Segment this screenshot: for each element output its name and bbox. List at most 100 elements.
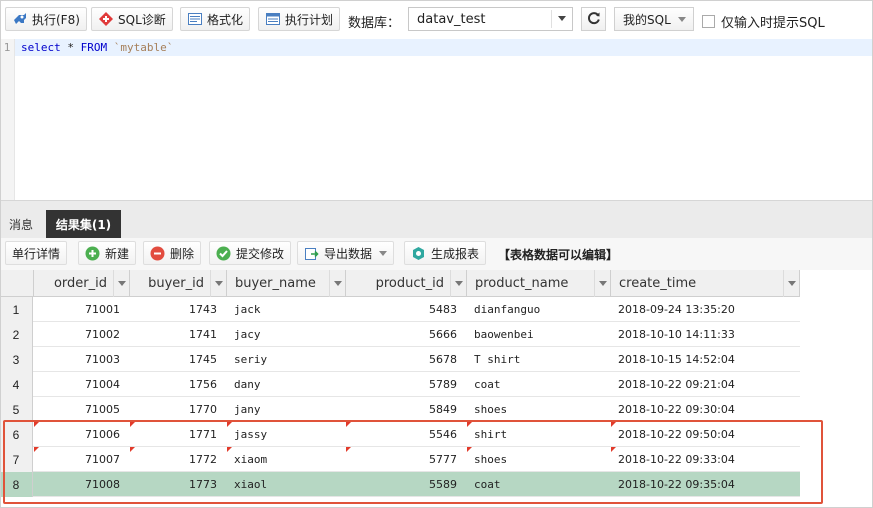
header-buyer-id[interactable]: buyer_id (130, 270, 227, 297)
header-buyer-name[interactable]: buyer_name (227, 270, 346, 297)
submit-changes-button[interactable]: 提交修改 (209, 241, 292, 265)
my-sql-dropdown[interactable]: 我的SQL (614, 7, 694, 31)
header-order-id[interactable]: order_id (34, 270, 130, 297)
cell-buyer-id[interactable]: 1741 (130, 322, 227, 347)
cell-order-id[interactable]: 71001 (34, 297, 130, 322)
cell-product-id[interactable]: 5546 (346, 422, 467, 447)
format-button[interactable]: 格式化 (180, 7, 251, 31)
generate-report-button[interactable]: 生成报表 (404, 241, 487, 265)
column-menu-icon[interactable] (450, 270, 466, 297)
row-number[interactable]: 4 (0, 372, 33, 397)
cell-product-name[interactable]: shoes (467, 397, 611, 422)
sql-code[interactable]: select * FROM `mytable` (21, 41, 173, 54)
cell-buyer-name[interactable]: jacy (227, 322, 346, 347)
sql-editor[interactable]: 1 select * FROM `mytable` (0, 39, 873, 200)
cell-product-id[interactable]: 5789 (346, 372, 467, 397)
table-row-edited[interactable]: 6 71006 1771 jassy 5546 shirt 2018-10-22… (0, 422, 800, 447)
cell-order-id[interactable]: 71003 (34, 347, 130, 372)
cell-product-name[interactable]: coat (467, 372, 611, 397)
row-number[interactable]: 2 (0, 322, 33, 347)
cell-buyer-name[interactable]: xiaom (227, 447, 346, 472)
column-menu-icon[interactable] (783, 270, 799, 297)
cell-order-id[interactable]: 71002 (34, 322, 130, 347)
cell-buyer-id[interactable]: 1770 (130, 397, 227, 422)
execution-plan-button[interactable]: 执行计划 (258, 7, 341, 31)
header-product-id[interactable]: product_id (346, 270, 467, 297)
header-label: buyer_name (235, 276, 316, 291)
cell-buyer-id[interactable]: 1772 (130, 447, 227, 472)
header-label: order_id (53, 276, 107, 291)
database-select[interactable]: datav_test (408, 7, 573, 31)
cell-buyer-name[interactable]: jassy (227, 422, 346, 447)
cell-buyer-name[interactable]: xiaol (227, 472, 346, 497)
cell-create-time[interactable]: 2018-10-22 09:21:04 (611, 372, 800, 397)
cell-product-id[interactable]: 5589 (346, 472, 467, 497)
table-row-selected[interactable]: 8 71008 1773 xiaol 5589 coat 2018-10-22 … (0, 472, 800, 497)
database-label: 数据库： (348, 16, 401, 31)
row-number[interactable]: 6 (0, 422, 33, 447)
table-row[interactable]: 1 71001 1743 jack 5483 dianfanguo 2018-0… (0, 297, 800, 322)
new-row-button[interactable]: 新建 (78, 241, 137, 265)
row-number[interactable]: 8 (0, 472, 33, 497)
cell-product-id[interactable]: 5777 (346, 447, 467, 472)
delete-row-button[interactable]: 删除 (143, 241, 202, 265)
only-hint-checkbox[interactable]: 仅输入时提示SQL (702, 12, 825, 31)
tab-result-set[interactable]: 结果集(1) (46, 210, 121, 239)
cell-buyer-name[interactable]: jany (227, 397, 346, 422)
column-menu-icon[interactable] (594, 270, 610, 297)
column-menu-icon[interactable] (210, 270, 226, 297)
table-row[interactable]: 5 71005 1770 jany 5849 shoes 2018-10-22 … (0, 397, 800, 422)
cell-buyer-id[interactable]: 1745 (130, 347, 227, 372)
cell-create-time[interactable]: 2018-09-24 13:35:20 (611, 297, 800, 322)
header-create-time[interactable]: create_time (611, 270, 800, 297)
row-number[interactable]: 5 (0, 397, 33, 422)
format-label: 格式化 (207, 12, 244, 27)
cell-create-time[interactable]: 2018-10-10 14:11:33 (611, 322, 800, 347)
cell-create-time[interactable]: 2018-10-22 09:30:04 (611, 397, 800, 422)
cell-product-name[interactable]: shirt (467, 422, 611, 447)
cell-product-name[interactable]: dianfanguo (467, 297, 611, 322)
table-row[interactable]: 2 71002 1741 jacy 5666 baowenbei 2018-10… (0, 322, 800, 347)
cell-order-id[interactable]: 71007 (34, 447, 130, 472)
export-data-button[interactable]: 导出数据 (297, 241, 395, 265)
cell-buyer-name[interactable]: seriy (227, 347, 346, 372)
add-icon (85, 246, 100, 261)
cell-product-name[interactable]: shoes (467, 447, 611, 472)
cell-product-name[interactable]: T shirt (467, 347, 611, 372)
cell-order-id[interactable]: 71008 (34, 472, 130, 497)
execute-button[interactable]: 执行(F8) (5, 7, 87, 31)
checkbox-box[interactable] (702, 15, 715, 28)
cell-create-time[interactable]: 2018-10-22 09:35:04 (611, 472, 800, 497)
row-number[interactable]: 3 (0, 347, 33, 372)
refresh-button[interactable] (581, 7, 606, 31)
cell-create-time[interactable]: 2018-10-22 09:50:04 (611, 422, 800, 447)
table-row[interactable]: 3 71003 1745 seriy 5678 T shirt 2018-10-… (0, 347, 800, 372)
cell-product-name[interactable]: coat (467, 472, 611, 497)
cell-order-id[interactable]: 71006 (34, 422, 130, 447)
table-row-edited[interactable]: 7 71007 1772 xiaom 5777 shoes 2018-10-22… (0, 447, 800, 472)
cell-buyer-id[interactable]: 1773 (130, 472, 227, 497)
column-menu-icon[interactable] (113, 270, 129, 297)
cell-product-id[interactable]: 5678 (346, 347, 467, 372)
cell-product-id[interactable]: 5483 (346, 297, 467, 322)
cell-create-time[interactable]: 2018-10-22 09:33:04 (611, 447, 800, 472)
table-row[interactable]: 4 71004 1756 dany 5789 coat 2018-10-22 0… (0, 372, 800, 397)
cell-create-time[interactable]: 2018-10-15 14:52:04 (611, 347, 800, 372)
cell-buyer-id[interactable]: 1743 (130, 297, 227, 322)
cell-product-name[interactable]: baowenbei (467, 322, 611, 347)
cell-order-id[interactable]: 71004 (34, 372, 130, 397)
row-detail-button[interactable]: 单行详情 (5, 241, 68, 265)
column-menu-icon[interactable] (329, 270, 345, 297)
cell-buyer-name[interactable]: jack (227, 297, 346, 322)
cell-buyer-id[interactable]: 1771 (130, 422, 227, 447)
cell-order-id[interactable]: 71005 (34, 397, 130, 422)
cell-buyer-name[interactable]: dany (227, 372, 346, 397)
row-number[interactable]: 7 (0, 447, 33, 472)
cell-buyer-id[interactable]: 1756 (130, 372, 227, 397)
tab-messages[interactable]: 消息 (0, 210, 42, 239)
sql-diagnose-button[interactable]: SQL诊断 (91, 7, 173, 31)
cell-product-id[interactable]: 5849 (346, 397, 467, 422)
cell-product-id[interactable]: 5666 (346, 322, 467, 347)
header-product-name[interactable]: product_name (467, 270, 611, 297)
row-number[interactable]: 1 (0, 297, 33, 322)
